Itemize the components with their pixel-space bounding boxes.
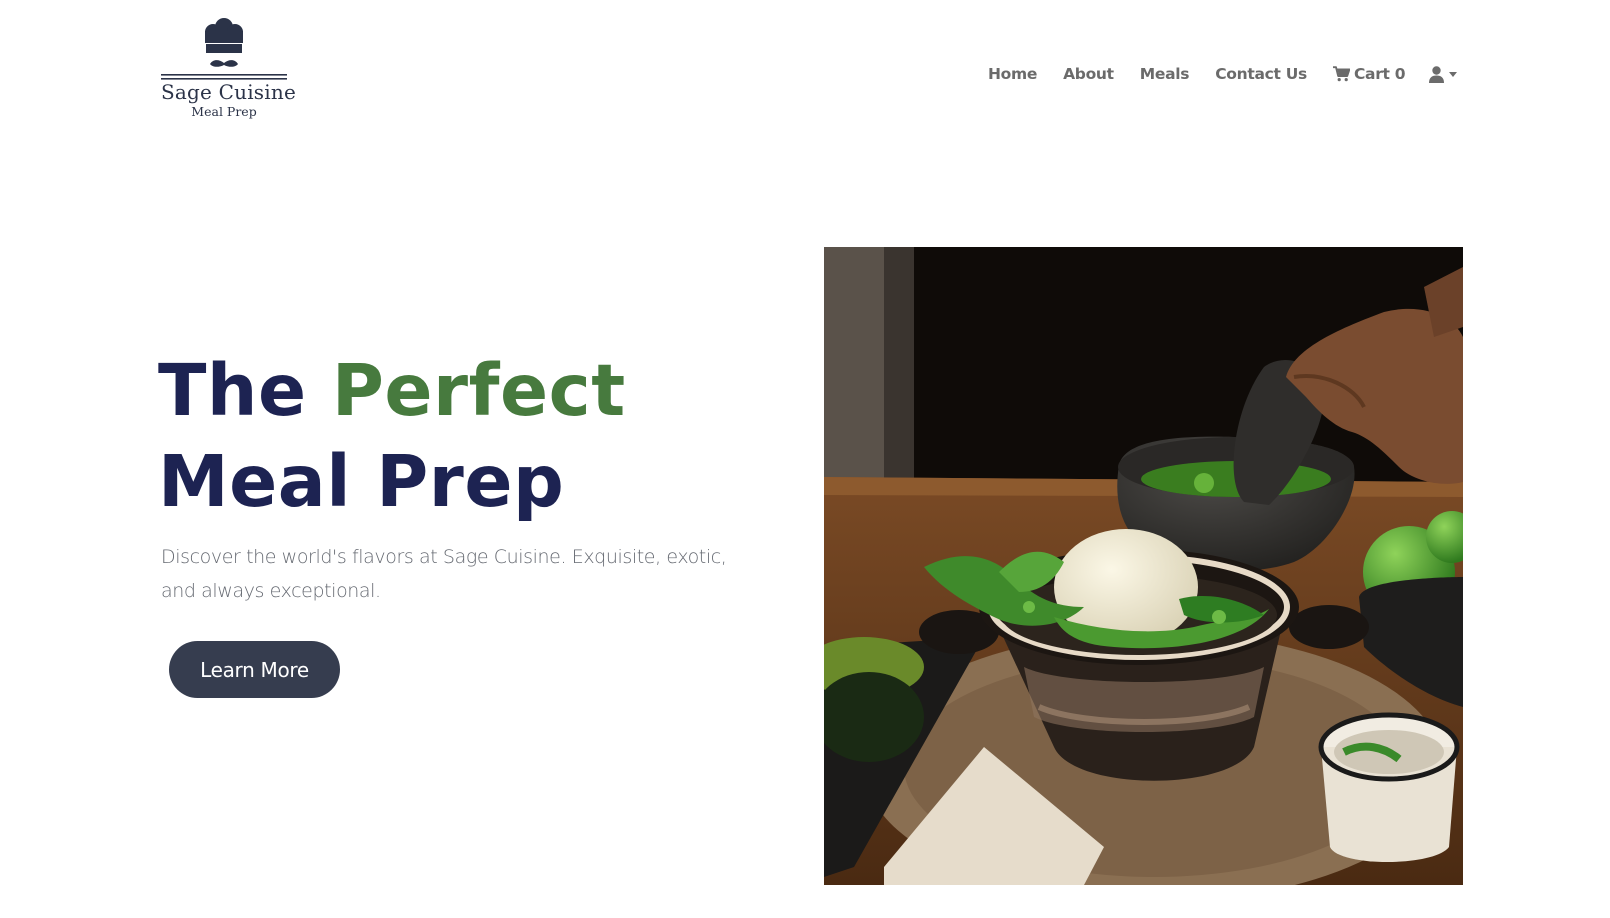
user-icon: [1429, 65, 1445, 83]
main-nav: Home About Meals Contact Us Cart 0: [988, 60, 1458, 88]
nav-cart-link[interactable]: Cart 0: [1332, 65, 1406, 83]
brand-tagline: Meal Prep: [191, 104, 257, 119]
hero-image: [824, 247, 1463, 885]
cart-icon: [1332, 66, 1350, 82]
chef-hat-mustache-icon: [161, 18, 287, 80]
hero-title-part1: The: [158, 349, 332, 432]
learn-more-button[interactable]: Learn More: [169, 641, 340, 698]
nav-about-link[interactable]: About: [1063, 65, 1114, 83]
caret-down-icon: [1449, 71, 1458, 77]
brand-logo[interactable]: Sage Cuisine Meal Prep: [161, 18, 296, 136]
nav-home-link[interactable]: Home: [988, 65, 1037, 83]
brand-name: Sage Cuisine: [161, 80, 296, 104]
nav-meals-link[interactable]: Meals: [1140, 65, 1190, 83]
hero-image-illustration: [824, 247, 1463, 885]
hero-title: The Perfect Meal Prep: [158, 345, 808, 527]
hero-description: Discover the world's flavors at Sage Cui…: [161, 546, 727, 602]
hero-title-accent: Perfect: [331, 349, 626, 432]
user-menu-toggle[interactable]: [1429, 65, 1458, 83]
hero-title-part2: Meal Prep: [158, 440, 565, 523]
nav-contact-link[interactable]: Contact Us: [1215, 65, 1307, 83]
cart-label: Cart 0: [1353, 65, 1406, 83]
